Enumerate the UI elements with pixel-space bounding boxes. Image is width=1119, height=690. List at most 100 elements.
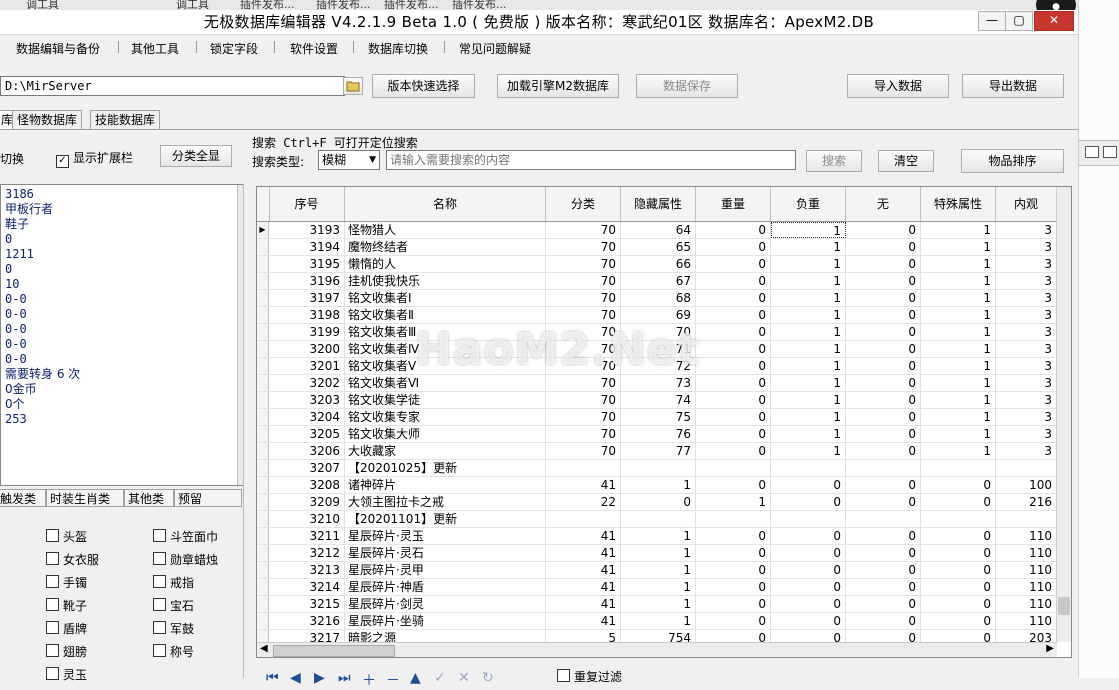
table-cell[interactable]: 0 bbox=[846, 307, 921, 323]
search-type-select[interactable]: 模糊 ▼ bbox=[318, 150, 380, 170]
table-cell[interactable]: 73 bbox=[621, 375, 696, 391]
table-cell[interactable]: 70 bbox=[546, 392, 621, 408]
path-input[interactable]: D:\MirServer bbox=[0, 76, 345, 96]
table-row[interactable]: 3198 铭文收集者Ⅱ 70 69 0 1 0 1 3 bbox=[257, 307, 1057, 324]
table-cell[interactable]: 3 bbox=[996, 239, 1057, 255]
table-cell[interactable]: 1 bbox=[771, 290, 846, 306]
table-cell[interactable]: 3 bbox=[996, 392, 1057, 408]
table-cell[interactable]: 1 bbox=[771, 273, 846, 289]
table-cell[interactable]: 3212 bbox=[269, 545, 345, 561]
table-cell[interactable]: 【20201025】更新 bbox=[345, 460, 546, 476]
table-row[interactable]: 3209 大领主图拉卡之戒 22 0 1 0 0 0 216 bbox=[257, 494, 1057, 511]
table-cell[interactable]: 0 bbox=[846, 443, 921, 459]
current-row-icon[interactable]: ▶ bbox=[257, 222, 269, 238]
table-cell[interactable]: 0 bbox=[846, 290, 921, 306]
table-cell[interactable]: 0 bbox=[846, 545, 921, 561]
category-checkbox[interactable]: 女衣服 bbox=[46, 551, 99, 568]
table-cell[interactable]: 110 bbox=[996, 545, 1057, 561]
table-cell[interactable]: 0 bbox=[696, 239, 771, 255]
expand-all-button[interactable]: 分类全显 bbox=[160, 145, 232, 167]
table-cell[interactable]: 0 bbox=[696, 443, 771, 459]
table-cell[interactable] bbox=[771, 511, 846, 527]
table-cell[interactable]: 0 bbox=[921, 613, 996, 629]
table-cell[interactable]: 70 bbox=[546, 222, 621, 238]
table-cell[interactable]: 1 bbox=[921, 222, 996, 238]
table-cell[interactable]: 3193 bbox=[269, 222, 345, 238]
table-cell[interactable]: 1 bbox=[921, 443, 996, 459]
table-cell[interactable]: 3 bbox=[996, 222, 1057, 238]
table-cell[interactable]: 3194 bbox=[269, 239, 345, 255]
table-cell[interactable]: 0 bbox=[846, 375, 921, 391]
table-cell[interactable]: 1 bbox=[921, 341, 996, 357]
close-button[interactable]: ✕ bbox=[1034, 11, 1074, 31]
table-cell[interactable]: 1 bbox=[621, 562, 696, 578]
table-row[interactable]: 3215 星辰碎片·剑灵 41 1 0 0 0 0 110 bbox=[257, 596, 1057, 613]
table-cell[interactable]: 0 bbox=[921, 528, 996, 544]
scroll-left-icon[interactable]: ◀ bbox=[260, 643, 268, 654]
table-cell[interactable]: 67 bbox=[621, 273, 696, 289]
row-indicator[interactable] bbox=[257, 477, 269, 493]
row-indicator[interactable] bbox=[257, 596, 269, 612]
table-cell[interactable]: 3205 bbox=[269, 426, 345, 442]
table-cell[interactable]: 0 bbox=[921, 494, 996, 510]
table-row[interactable]: 3211 星辰碎片·灵玉 41 1 0 0 0 0 110 bbox=[257, 528, 1057, 545]
column-header[interactable]: 分类 bbox=[546, 187, 621, 221]
row-indicator[interactable] bbox=[257, 290, 269, 306]
table-cell[interactable]: 110 bbox=[996, 579, 1057, 595]
table-cell[interactable]: 41 bbox=[546, 579, 621, 595]
table-cell[interactable]: 22 bbox=[546, 494, 621, 510]
table-cell[interactable]: 75 bbox=[621, 409, 696, 425]
table-cell[interactable]: 0 bbox=[771, 477, 846, 493]
table-cell[interactable]: 3195 bbox=[269, 256, 345, 272]
table-cell[interactable]: 0 bbox=[696, 477, 771, 493]
table-cell[interactable]: 铭文收集者Ⅵ bbox=[345, 375, 546, 391]
prev-icon[interactable]: ◀ bbox=[290, 670, 301, 686]
table-cell[interactable]: 3216 bbox=[269, 613, 345, 629]
table-row[interactable]: 3213 星辰碎片·灵甲 41 1 0 0 0 0 110 bbox=[257, 562, 1057, 579]
table-cell[interactable]: 星辰碎片·剑灵 bbox=[345, 596, 546, 612]
table-cell[interactable]: 41 bbox=[546, 596, 621, 612]
table-cell[interactable]: 0 bbox=[846, 409, 921, 425]
table-cell[interactable]: 3201 bbox=[269, 358, 345, 374]
table-row[interactable]: 3207 【20201025】更新 bbox=[257, 460, 1057, 477]
category-checkbox[interactable]: 军鼓 bbox=[153, 620, 194, 637]
table-cell[interactable]: 星辰碎片·神盾 bbox=[345, 579, 546, 595]
tab-trigger[interactable]: 触发类 bbox=[0, 489, 46, 507]
column-header[interactable]: 内观 bbox=[996, 187, 1057, 221]
table-cell[interactable]: 1 bbox=[921, 256, 996, 272]
table-cell[interactable] bbox=[546, 460, 621, 476]
table-cell[interactable]: 0 bbox=[846, 222, 921, 238]
table-cell[interactable]: 110 bbox=[996, 596, 1057, 612]
scroll-right-icon[interactable]: ▶ bbox=[1046, 643, 1054, 654]
menu-settings[interactable]: 软件设置 bbox=[290, 40, 338, 57]
category-checkbox[interactable]: 手镯 bbox=[46, 574, 87, 591]
table-cell[interactable]: 110 bbox=[996, 562, 1057, 578]
table-cell[interactable]: 挂机使我快乐 bbox=[345, 273, 546, 289]
table-row[interactable]: ▶ 3193 怪物猎人 70 64 0 1 0 1 3 bbox=[257, 222, 1057, 239]
table-cell[interactable]: 0 bbox=[846, 579, 921, 595]
table-row[interactable]: 3195 懒惰的人 70 66 0 1 0 1 3 bbox=[257, 256, 1057, 273]
tab-fashion[interactable]: 时装生肖类 bbox=[46, 489, 124, 507]
table-cell[interactable]: 0 bbox=[771, 562, 846, 578]
table-cell[interactable]: 110 bbox=[996, 528, 1057, 544]
table-cell[interactable]: 3 bbox=[996, 273, 1057, 289]
row-indicator[interactable] bbox=[257, 358, 269, 374]
table-cell[interactable]: 0 bbox=[696, 358, 771, 374]
table-cell[interactable]: 76 bbox=[621, 426, 696, 442]
table-cell[interactable]: 1 bbox=[771, 324, 846, 340]
table-row[interactable]: 3203 铭文收集学徒 70 74 0 1 0 1 3 bbox=[257, 392, 1057, 409]
tab-skills[interactable]: 技能数据库 bbox=[90, 110, 161, 129]
category-checkbox[interactable]: 勋章蜡烛 bbox=[153, 551, 218, 568]
table-row[interactable]: 3194 魔物终结者 70 65 0 1 0 1 3 bbox=[257, 239, 1057, 256]
table-cell[interactable] bbox=[771, 460, 846, 476]
table-cell[interactable]: 100 bbox=[996, 477, 1057, 493]
table-cell[interactable]: 大收藏家 bbox=[345, 443, 546, 459]
up-icon[interactable]: ▲ bbox=[410, 670, 421, 686]
table-cell[interactable]: 3206 bbox=[269, 443, 345, 459]
column-header[interactable]: 负重 bbox=[771, 187, 846, 221]
table-cell[interactable]: 0 bbox=[771, 528, 846, 544]
table-cell[interactable]: 0 bbox=[621, 494, 696, 510]
table-cell[interactable]: 铭文收集大师 bbox=[345, 426, 546, 442]
background-restore-icon[interactable] bbox=[1085, 146, 1099, 158]
table-cell[interactable]: 0 bbox=[696, 256, 771, 272]
